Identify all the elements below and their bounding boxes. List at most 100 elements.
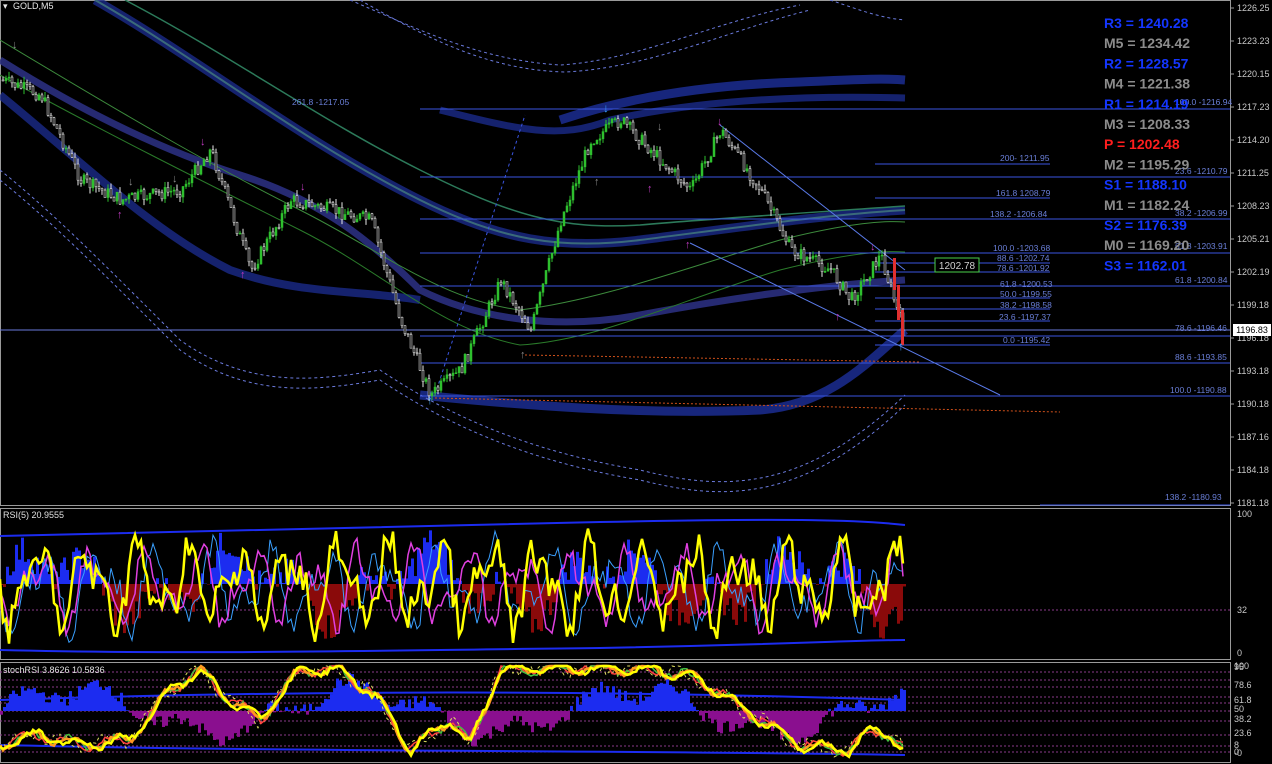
stoch-hist-bar: [186, 711, 189, 719]
fib-level-label: 78.6 -1196.46: [1175, 323, 1227, 333]
price-tick: 1184.18: [1230, 465, 1269, 475]
rsi-scale-label: 32: [1237, 605, 1247, 615]
stoch-hist-bar: [327, 699, 330, 711]
stoch-hist-bar: [93, 680, 96, 711]
stoch-hist-bar: [123, 706, 126, 711]
stoch-scale-label: 50: [1234, 704, 1244, 714]
stoch-hist-bar: [564, 711, 567, 721]
stoch-hist-bar: [552, 711, 555, 728]
stoch-hist-bar: [822, 711, 825, 718]
stoch-hist-bar: [720, 711, 723, 734]
stoch-hist-bar: [816, 711, 819, 733]
arrow-up-icon: ↑: [685, 239, 691, 251]
svg-text:1184.18: 1184.18: [1237, 465, 1269, 475]
price-tick: 1208.23: [1230, 201, 1270, 211]
rsi-hist-bar: [798, 551, 801, 584]
svg-text:1202.78: 1202.78: [939, 261, 976, 272]
rsi-hist-bar: [54, 584, 57, 590]
stoch-hist-bar: [657, 683, 660, 711]
price-tick: 1190.18: [1230, 399, 1269, 409]
rsi-hist-bar: [3, 584, 6, 587]
stoch-hist-bar: [894, 694, 897, 711]
stoch-hist-bar: [489, 711, 492, 739]
stoch-hist-bar: [225, 711, 228, 737]
chart-canvas[interactable]: 1226.25 1223.23 1220.15 1217.23 1214.20 1211.…: [0, 0, 1272, 764]
pivot-level: R1 = 1214.19: [1104, 96, 1189, 112]
stoch-hist-bar: [603, 693, 606, 711]
arrow-up-icon: ↑: [898, 339, 904, 353]
svg-text:1223.23: 1223.23: [1237, 36, 1270, 46]
stoch-hist-bar: [81, 689, 84, 711]
stoch-hist-bar: [678, 694, 681, 711]
rsi-hist-bar: [255, 584, 258, 590]
stoch-hist-bar: [528, 711, 531, 726]
stoch-hist-bar: [105, 687, 108, 711]
pivot-level: S2 = 1176.39: [1104, 217, 1187, 233]
stoch-hist-bar: [837, 703, 840, 711]
rsi-hist-bar: [354, 584, 357, 599]
svg-text:1181.18: 1181.18: [1237, 498, 1269, 508]
price-axis: 1226.25 1223.23 1220.15 1217.23 1214.20 1211.…: [1230, 3, 1270, 508]
stoch-hist-bar: [183, 711, 186, 721]
stoch-hist-bar: [396, 704, 399, 711]
pivot-level: M5 = 1234.42: [1104, 35, 1190, 51]
fib-level-label: 100.0 -1203.68: [993, 243, 1050, 253]
rsi-hist-bar: [390, 584, 393, 600]
stoch-hist-bar: [543, 711, 546, 727]
stoch-hist-bar: [579, 704, 582, 711]
stoch-hist-bar: [714, 711, 717, 720]
stoch-hist-bar: [243, 711, 246, 726]
price-tick: 1220.15: [1230, 69, 1270, 79]
stoch-hist-bar: [525, 711, 528, 723]
stoch-hist-bar: [642, 700, 645, 711]
candle: [232, 204, 236, 226]
stoch-hist-bar: [201, 711, 204, 724]
stoch-hist-bar: [684, 689, 687, 711]
stoch-hist-bar: [843, 707, 846, 711]
stoch-hist-bar: [447, 711, 450, 723]
stoch-hist-bar: [45, 702, 48, 711]
stoch-hist-bar: [216, 711, 219, 740]
rsi-hist-bar: [243, 570, 246, 584]
rsi-hist-bar: [627, 539, 630, 584]
stoch-hist-bar: [210, 711, 213, 734]
stoch-hist-bar: [690, 703, 693, 711]
candle: [646, 144, 650, 155]
rsi-hist-bar: [531, 584, 534, 633]
fib-level-label: 161.8 1208.79: [996, 188, 1051, 198]
stoch-hist-bar: [171, 711, 174, 719]
candle: [511, 291, 515, 306]
stoch-hist-bar: [408, 699, 411, 711]
stoch-hist-bar: [102, 689, 105, 711]
stoch-hist-bar: [291, 711, 294, 714]
rsi-hist-bar: [63, 557, 66, 584]
arrow-down-icon: ↓: [657, 121, 663, 133]
price-tick: 1187.16: [1230, 432, 1269, 442]
stoch-hist-bar: [198, 711, 201, 733]
stoch-hist-bar: [798, 711, 801, 743]
stoch-hist-bar: [66, 705, 69, 711]
stoch-hist-bar: [606, 686, 609, 711]
stoch-hist-bar: [375, 697, 378, 711]
rsi-hist-bar: [456, 578, 459, 584]
stoch-hist-bar: [156, 711, 159, 717]
stoch-hist-bar: [249, 711, 252, 726]
stoch-hist-bar: [735, 711, 738, 724]
candle: [897, 285, 900, 320]
rsi-hist-bar: [123, 584, 126, 634]
rsi-hist-bar: [513, 584, 516, 588]
stoch-hist-bar: [300, 708, 303, 711]
stoch-hist-bar: [756, 711, 759, 719]
stoch-hist-bar: [168, 711, 171, 717]
stoch-hist-bar: [612, 686, 615, 711]
stoch-hist-bar: [873, 704, 876, 711]
stoch-hist-bar: [234, 711, 237, 734]
stoch-hist-bar: [660, 682, 663, 711]
fib-level-label: 61.8 -1200.53: [1000, 279, 1053, 289]
stoch-hist-bar: [648, 696, 651, 711]
rsi-hist-bar: [507, 584, 510, 588]
stoch-hist-bar: [336, 678, 339, 711]
stoch-hist-bar: [669, 685, 672, 711]
stoch-hist-bar: [432, 703, 435, 711]
stoch-hist-bar: [705, 711, 708, 714]
